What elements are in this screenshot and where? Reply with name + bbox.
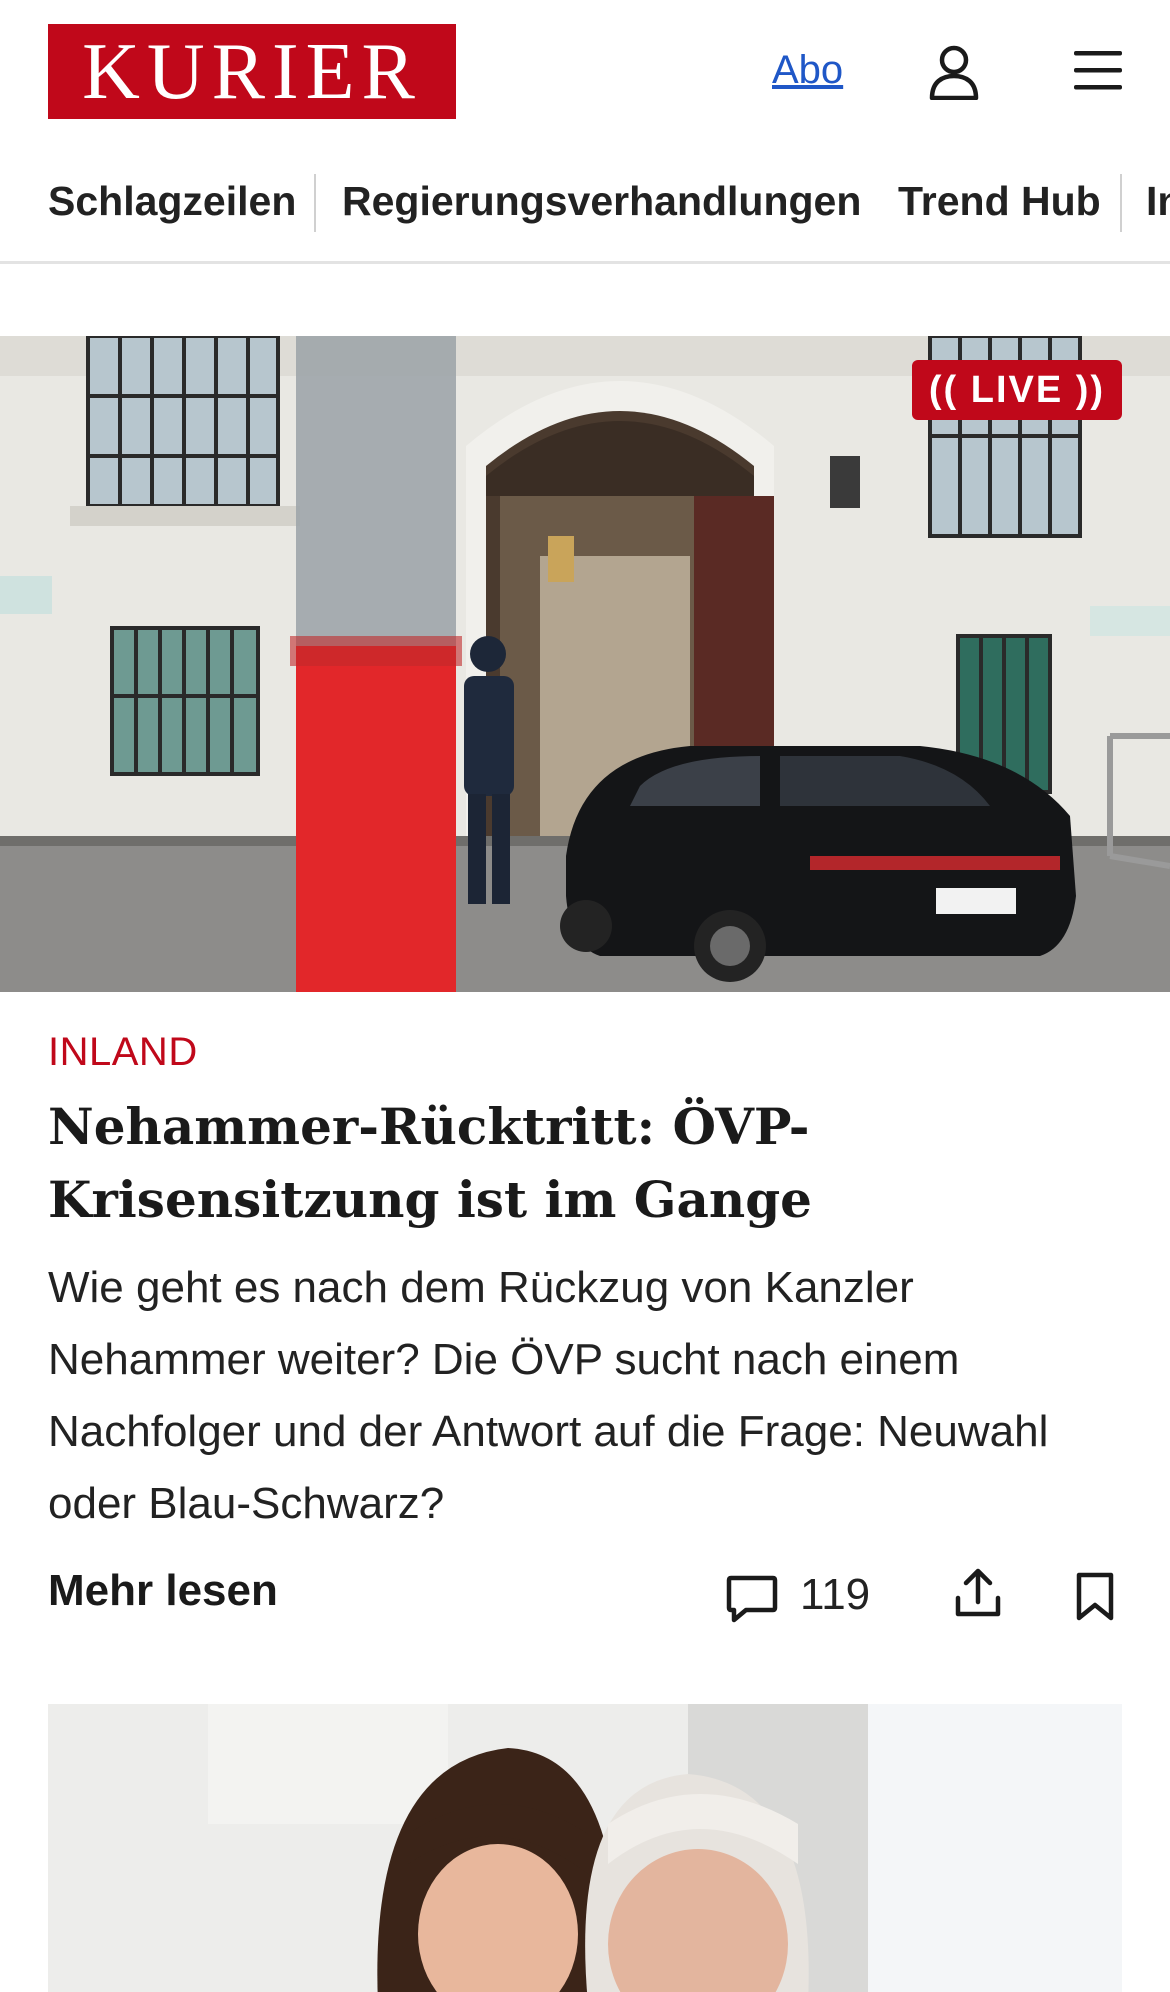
menu-icon[interactable] [1072,48,1124,92]
nav-item-schlagzeilen[interactable]: Schlagzeilen [48,178,296,225]
section-nav: Schlagzeilen Regierungsverhandlungen Tre… [0,160,1170,264]
nav-item-regierungsverhandlungen[interactable]: Regierungsverhandlungen [342,178,861,225]
read-more-link[interactable]: Mehr lesen [48,1566,278,1616]
comment-icon[interactable] [726,1574,778,1624]
nav-divider [314,174,316,232]
nav-divider [1120,174,1122,232]
nav-item-trend-hub[interactable]: Trend Hub [898,178,1101,225]
logo-text: KURIER [82,27,422,116]
bookmark-icon[interactable] [1074,1572,1116,1622]
article-kicker[interactable]: INLAND [48,1030,198,1075]
user-icon[interactable] [928,44,980,100]
second-article-image[interactable] [48,1704,1122,1992]
hero-image[interactable] [0,336,1170,992]
site-header: KURIER Abo [0,0,1170,145]
second-photo [48,1704,1122,1992]
hero-photo [0,336,1170,992]
article-teaser[interactable]: Wie geht es nach dem Rückzug von Kanzler… [48,1252,1128,1540]
nav-item-more[interactable]: In [1146,178,1170,225]
abo-link[interactable]: Abo [772,48,843,93]
kurier-logo[interactable]: KURIER [48,24,456,119]
live-badge: (( LIVE )) [912,360,1122,420]
article-title[interactable]: Nehammer-Rücktritt: ÖVP-Krisensitzung is… [48,1090,1128,1236]
share-icon[interactable] [954,1568,1002,1620]
comment-count[interactable]: 119 [800,1570,870,1620]
